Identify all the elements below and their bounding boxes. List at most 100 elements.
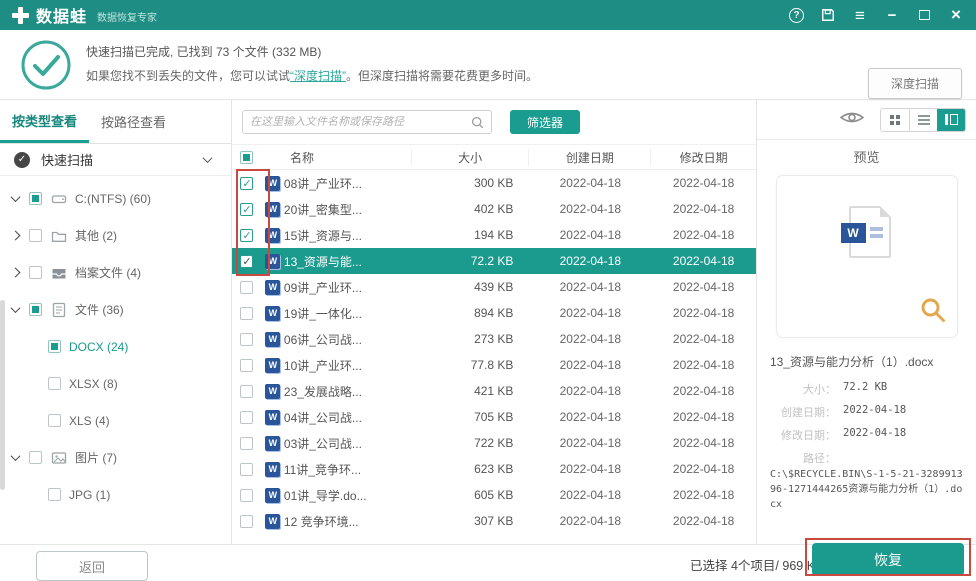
- tree-item-files[interactable]: ✓ 文件 (36): [0, 291, 231, 328]
- tree-item-images[interactable]: ✓ 图片 (7): [0, 439, 231, 476]
- word-file-icon: W: [265, 254, 280, 269]
- word-file-icon: W: [265, 462, 280, 477]
- magnifier-icon[interactable]: [919, 296, 947, 329]
- row-checkbox[interactable]: ✓: [240, 229, 253, 242]
- word-document-icon: W: [849, 206, 891, 258]
- tab-view-by-path[interactable]: 按路径查看: [89, 100, 178, 143]
- tree-checkbox[interactable]: ✓: [29, 229, 42, 242]
- row-checkbox[interactable]: ✓: [240, 463, 253, 476]
- column-created[interactable]: 创建日期: [529, 149, 651, 166]
- view-mode-list-button[interactable]: [909, 109, 937, 131]
- expander-icon[interactable]: [11, 192, 21, 202]
- table-row[interactable]: ✓ W 12 竞争环境... 307 KB 2022-04-18 2022-04…: [232, 508, 756, 534]
- tree-checkbox[interactable]: ✓: [29, 266, 42, 279]
- help-icon[interactable]: ?: [789, 8, 804, 23]
- scan-complete-icon: [20, 39, 72, 96]
- expander-icon[interactable]: [11, 303, 21, 313]
- tree-item-other[interactable]: ✓ 其他 (2): [0, 217, 231, 254]
- file-name: 06讲_公司战...: [284, 331, 412, 348]
- select-all-checkbox[interactable]: ✓: [240, 151, 253, 164]
- word-file-icon: W: [265, 358, 280, 373]
- row-checkbox[interactable]: ✓: [240, 333, 253, 346]
- tab-view-by-type[interactable]: 按类型查看: [0, 100, 89, 143]
- tree-item-xls[interactable]: ✓ XLS (4): [0, 402, 231, 439]
- column-name[interactable]: 名称: [262, 149, 412, 166]
- tree-item-archive[interactable]: ✓ 档案文件 (4): [0, 254, 231, 291]
- row-checkbox[interactable]: ✓: [240, 203, 253, 216]
- table-row[interactable]: ✓ W 09讲_产业环... 439 KB 2022-04-18 2022-04…: [232, 274, 756, 300]
- scan-mode-dropdown[interactable]: ✓ 快速扫描: [0, 144, 231, 176]
- row-checkbox[interactable]: ✓: [240, 281, 253, 294]
- file-created: 2022-04-18: [529, 462, 651, 476]
- row-checkbox[interactable]: ✓: [240, 255, 253, 268]
- row-checkbox[interactable]: ✓: [240, 515, 253, 528]
- table-row[interactable]: ✓ W 19讲_一体化... 894 KB 2022-04-18 2022-04…: [232, 300, 756, 326]
- expander-icon[interactable]: [11, 268, 21, 278]
- table-row[interactable]: ✓ W 20讲_密集型... 402 KB 2022-04-18 2022-04…: [232, 196, 756, 222]
- tree-checkbox[interactable]: ✓: [29, 192, 42, 205]
- column-size[interactable]: 大小: [412, 149, 530, 166]
- sidebar-scrollbar[interactable]: [0, 300, 5, 490]
- row-checkbox[interactable]: ✓: [240, 359, 253, 372]
- table-row-selected[interactable]: ✓ W 13_资源与能... 72.2 KB 2022-04-18 2022-0…: [232, 248, 756, 274]
- table-row[interactable]: ✓ W 03讲_公司战... 722 KB 2022-04-18 2022-04…: [232, 430, 756, 456]
- table-row[interactable]: ✓ W 23_发展战略... 421 KB 2022-04-18 2022-04…: [232, 378, 756, 404]
- tree-checkbox[interactable]: ✓: [29, 451, 42, 464]
- maximize-icon[interactable]: [916, 7, 932, 23]
- table-row[interactable]: ✓ W 11讲_竞争环... 623 KB 2022-04-18 2022-04…: [232, 456, 756, 482]
- table-row[interactable]: ✓ W 08讲_产业环... 300 KB 2022-04-18 2022-04…: [232, 170, 756, 196]
- tree-checkbox[interactable]: ✓: [48, 377, 61, 390]
- file-modified: 2022-04-18: [651, 384, 756, 398]
- modified-value: 2022-04-18: [843, 427, 906, 443]
- tree-item-jpg[interactable]: ✓ JPG (1): [0, 476, 231, 513]
- row-checkbox[interactable]: ✓: [240, 411, 253, 424]
- file-created: 2022-04-18: [529, 410, 651, 424]
- tree-item-cntfs[interactable]: ✓ C:(NTFS) (60): [0, 180, 231, 217]
- tree-checkbox[interactable]: ✓: [48, 340, 61, 353]
- tree-checkbox[interactable]: ✓: [48, 488, 61, 501]
- row-checkbox[interactable]: ✓: [240, 437, 253, 450]
- word-file-icon: W: [265, 202, 280, 217]
- word-file-icon: W: [265, 514, 280, 529]
- expander-icon[interactable]: [11, 451, 21, 461]
- tree-item-docx[interactable]: ✓ DOCX (24): [0, 328, 231, 365]
- row-checkbox[interactable]: ✓: [240, 489, 253, 502]
- search-box[interactable]: [242, 110, 492, 134]
- sidebar-tabs: 按类型查看 按路径查看: [0, 100, 231, 144]
- minimize-icon[interactable]: −: [884, 7, 900, 23]
- table-row[interactable]: ✓ W 04讲_公司战... 705 KB 2022-04-18 2022-04…: [232, 404, 756, 430]
- scan-result-banner: 快速扫描已完成, 已找到 73 个文件 (332 MB) 如果您找不到丢失的文件…: [0, 30, 976, 100]
- row-checkbox[interactable]: ✓: [240, 385, 253, 398]
- row-checkbox[interactable]: ✓: [240, 307, 253, 320]
- search-input[interactable]: [250, 116, 471, 128]
- tree-checkbox[interactable]: ✓: [29, 303, 42, 316]
- expander-icon[interactable]: [11, 231, 21, 241]
- close-icon[interactable]: ×: [948, 7, 964, 23]
- table-row[interactable]: ✓ W 15讲_资源与... 194 KB 2022-04-18 2022-04…: [232, 222, 756, 248]
- file-created: 2022-04-18: [529, 228, 651, 242]
- save-icon[interactable]: [820, 7, 836, 23]
- file-size: 300 KB: [412, 176, 530, 190]
- view-mode-detail-button[interactable]: [937, 109, 965, 131]
- scan-mode-label: 快速扫描: [41, 150, 93, 169]
- filter-button[interactable]: 筛选器: [510, 110, 580, 134]
- column-modified[interactable]: 修改日期: [651, 149, 756, 166]
- table-row[interactable]: ✓ W 06讲_公司战... 273 KB 2022-04-18 2022-04…: [232, 326, 756, 352]
- table-row[interactable]: ✓ W 01讲_导学.do... 605 KB 2022-04-18 2022-…: [232, 482, 756, 508]
- table-row[interactable]: ✓ W 10讲_产业环... 77.8 KB 2022-04-18 2022-0…: [232, 352, 756, 378]
- back-button[interactable]: 返回: [36, 551, 148, 581]
- tree-checkbox[interactable]: ✓: [48, 414, 61, 427]
- tree-item-xlsx[interactable]: ✓ XLSX (8): [0, 365, 231, 402]
- file-name: 12 竞争环境...: [284, 513, 412, 530]
- recover-button[interactable]: 恢复: [812, 543, 964, 576]
- view-mode-grid-button[interactable]: [881, 109, 909, 131]
- row-checkbox[interactable]: ✓: [240, 177, 253, 190]
- grid-view-icon: [890, 115, 900, 125]
- file-list-panel: 筛选器 ✓ 名称 大小 创建日期 修改日期 ✓ W 08讲_产业环... 300…: [232, 100, 757, 544]
- file-size: 77.8 KB: [412, 358, 530, 372]
- deep-scan-button[interactable]: 深度扫描: [868, 68, 962, 99]
- deep-scan-link[interactable]: “深度扫描”: [290, 69, 346, 83]
- file-created: 2022-04-18: [529, 436, 651, 450]
- preview-eye-icon[interactable]: [839, 109, 865, 131]
- menu-icon[interactable]: ≡: [852, 7, 868, 23]
